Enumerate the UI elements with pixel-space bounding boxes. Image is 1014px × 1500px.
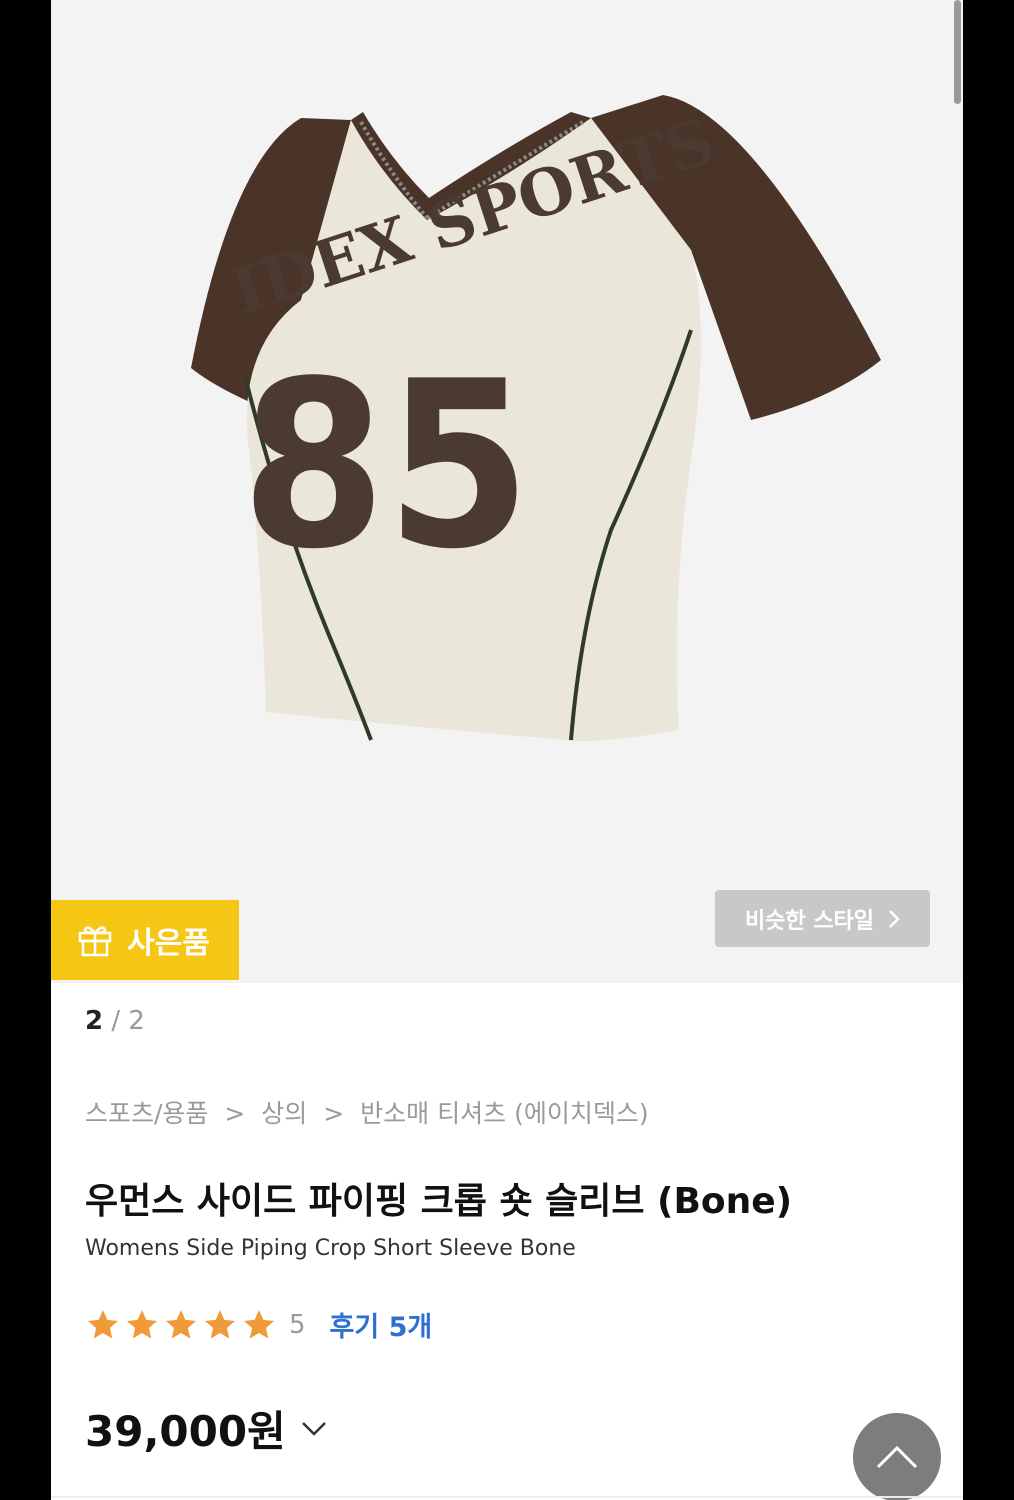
product-subtitle: Womens Side Piping Crop Short Sleeve Bon… (85, 1236, 576, 1261)
image-pager: 2 / 2 (85, 1006, 145, 1036)
review-count-link[interactable]: 후기 5개 (330, 1305, 433, 1344)
star-rating (85, 1307, 277, 1343)
product-rating: 5 후기 5개 (85, 1305, 432, 1344)
similar-style-label: 비슷한 스타일 (744, 908, 875, 934)
gift-icon (78, 926, 112, 957)
breadcrumb-item[interactable]: 상의 (261, 1099, 307, 1128)
rating-value: 5 (289, 1309, 306, 1340)
product-page: IDEX SPORTS 85 사은품 비슷한 스타일 2 / 2 스포츠/용품 … (51, 0, 963, 1500)
pager-separator: / (111, 1006, 121, 1036)
pager-current: 2 (85, 1006, 104, 1036)
gift-badge: 사은품 (51, 900, 239, 980)
product-image: IDEX SPORTS 85 (191, 95, 881, 742)
svg-text:85: 85 (241, 333, 531, 600)
price-row[interactable]: 39,000원 (85, 1398, 328, 1459)
chevron-down-icon (301, 1421, 326, 1436)
star-icon (166, 1309, 196, 1338)
chevron-right-icon (889, 909, 900, 928)
chevron-up-icon (876, 1445, 918, 1469)
breadcrumb-item[interactable]: 반소매 티셔츠 (에이치덱스) (360, 1099, 648, 1128)
star-icon (244, 1309, 274, 1338)
scroll-to-top-button[interactable] (853, 1413, 941, 1500)
similar-style-button[interactable]: 비슷한 스타일 (715, 890, 930, 947)
pager-total: 2 (128, 1006, 145, 1036)
gift-label: 사은품 (127, 926, 210, 961)
star-icon (127, 1309, 157, 1338)
star-icon (88, 1309, 118, 1338)
product-image-carousel[interactable]: IDEX SPORTS 85 (51, 0, 963, 983)
breadcrumb-separator: > (323, 1099, 345, 1128)
star-icon (205, 1309, 235, 1338)
page-scrollbar[interactable] (954, 0, 961, 104)
divider (51, 1496, 963, 1498)
breadcrumb: 스포츠/용품 > 상의 > 반소매 티셔츠 (에이치덱스) (85, 1094, 649, 1130)
breadcrumb-item[interactable]: 스포츠/용품 (85, 1099, 208, 1128)
product-title: 우먼스 사이드 파이핑 크롭 숏 슬리브 (Bone) (85, 1181, 793, 1222)
product-price: 39,000원 (85, 1407, 286, 1456)
breadcrumb-separator: > (224, 1099, 246, 1128)
